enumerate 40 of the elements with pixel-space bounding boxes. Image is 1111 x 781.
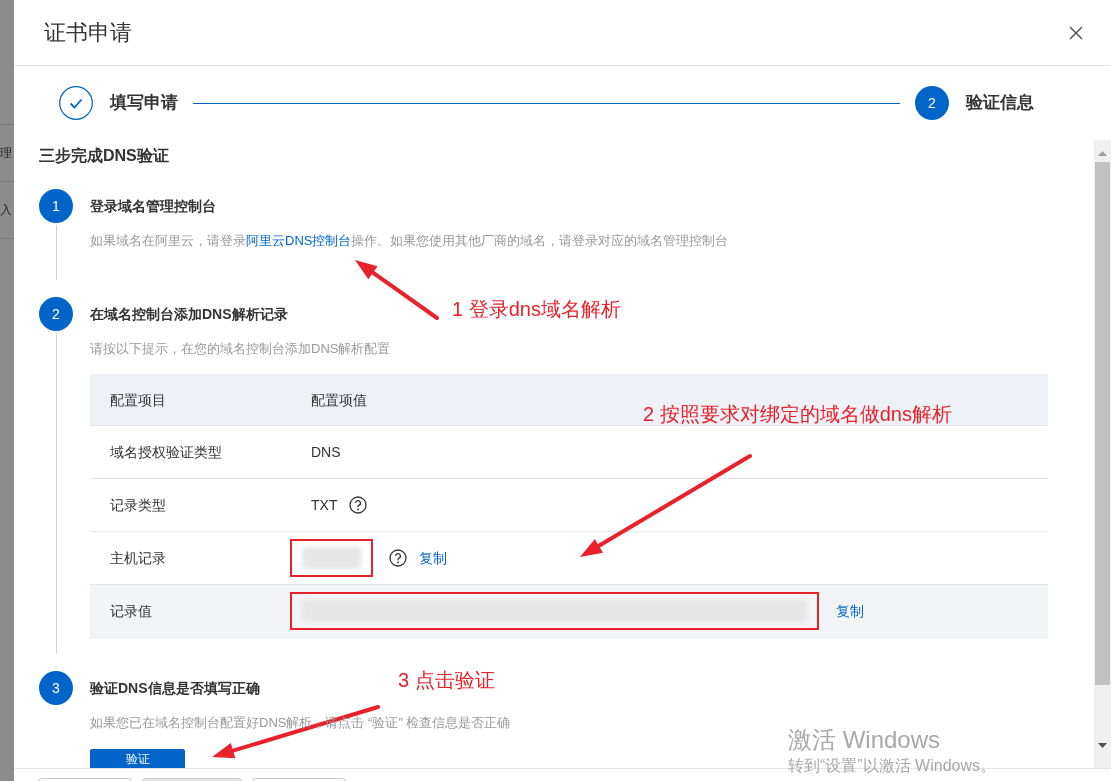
step-title: 在域名控制台添加DNS解析记录 — [90, 304, 288, 324]
activation-title: 激活 Windows — [788, 725, 942, 755]
copy-link[interactable]: 复制 — [836, 600, 864, 622]
step-title: 登录域名管理控制台 — [90, 196, 216, 216]
column-header: 配置项值 — [311, 391, 367, 408]
verify-button[interactable]: 验证 — [90, 749, 185, 768]
step-number: 2 — [915, 86, 949, 120]
scrollbar[interactable] — [1094, 140, 1111, 768]
annotation-text: 1 登录dns域名解析 — [452, 297, 621, 322]
step-number: 2 — [39, 297, 73, 331]
step-number: 3 — [39, 671, 73, 705]
help-icon[interactable] — [349, 496, 368, 514]
step-number: 1 — [39, 189, 73, 223]
annotation-text: 3 点击验证 — [398, 668, 495, 693]
table-cell: 记录类型 — [110, 497, 166, 513]
step-title: 验证DNS信息是否填写正确 — [90, 678, 260, 698]
close-icon[interactable] — [1069, 25, 1083, 40]
annotation-text: 2 按照要求对绑定的域名做dns解析 — [643, 402, 952, 427]
activation-hint: 转到“设置”以激活 Windows。 — [788, 756, 996, 776]
step-label: 填写申请 — [110, 92, 178, 115]
step-description: 如果您已在域名控制台配置好DNS解析，请点击 “验证” 检查信息是否正确 — [90, 714, 512, 732]
console-link[interactable]: 阿里云DNS控制台 — [246, 233, 352, 248]
table-cell-text: TXT — [310, 495, 338, 515]
backdrop-text: 理 — [0, 147, 12, 159]
copy-link[interactable]: 复制 — [419, 547, 447, 569]
column-header: 配置项目 — [110, 391, 166, 408]
blurred-value — [302, 547, 361, 569]
step-label: 验证信息 — [966, 92, 1034, 115]
help-icon[interactable] — [389, 549, 407, 567]
scrollbar-thumb[interactable] — [1095, 162, 1110, 685]
step-description: 请按以下提示，在您的域名控制台添加DNS解析配置 — [90, 340, 392, 358]
table-cell-text: DNS — [310, 442, 341, 462]
check-icon — [59, 86, 93, 120]
backdrop-text: 入 — [0, 204, 12, 216]
section-title: 三步完成DNS验证 — [39, 146, 170, 166]
table-cell: 记录值 — [110, 603, 152, 619]
step-description: 如果域名在阿里云，请登录阿里云DNS控制台操作。如果您使用其他厂商的域名，请登录对应的域名管理控制台 — [90, 232, 730, 250]
table-cell: 域名授权验证类型 — [110, 444, 222, 460]
table-cell: 主机记录 — [110, 550, 166, 566]
dialog-title: 证书申请 — [44, 19, 132, 47]
